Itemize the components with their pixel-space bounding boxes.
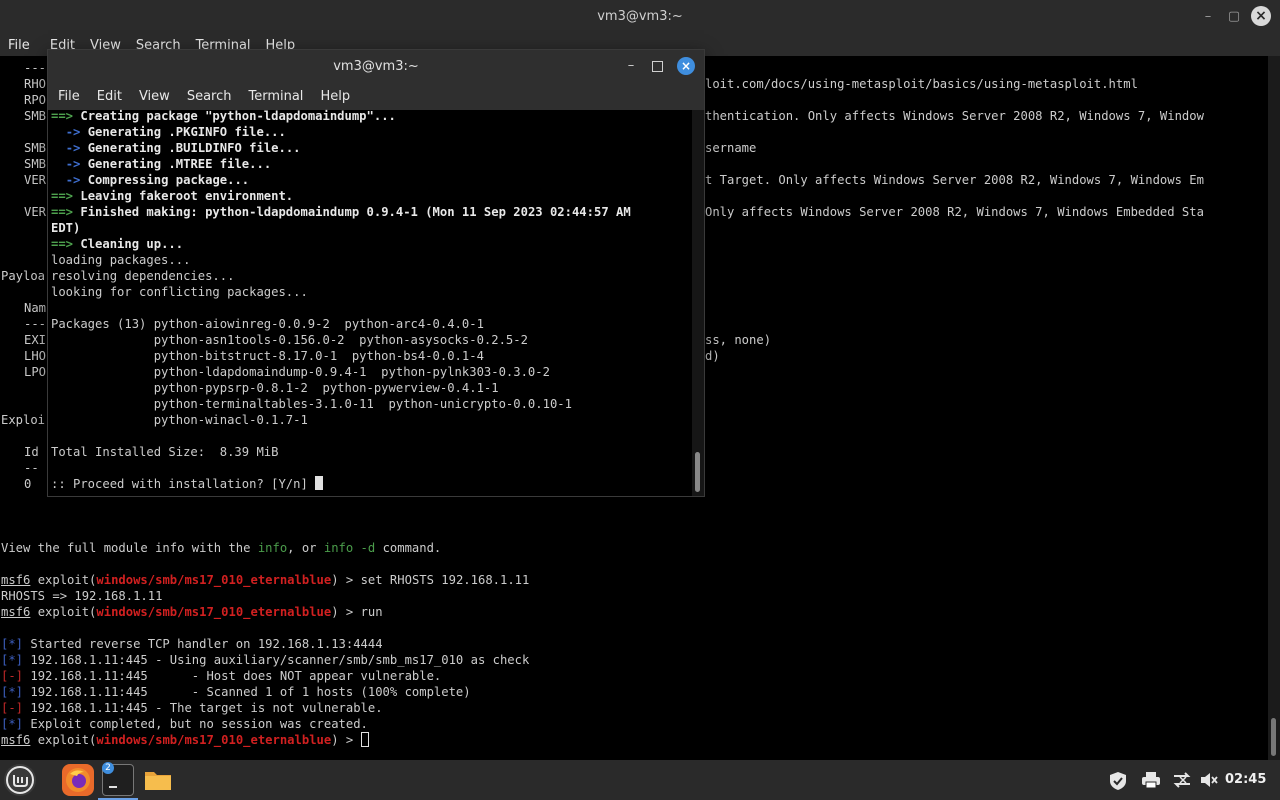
partial-left: EXI	[24, 333, 47, 347]
partial-right: d)	[705, 349, 720, 363]
network-icon[interactable]	[1172, 771, 1192, 793]
minimize-icon[interactable]: –	[1200, 9, 1216, 25]
front-window-titlebar[interactable]: vm3@vm3:~ – ×	[48, 50, 704, 84]
package-list-line: python-ldapdomaindump-0.9.4-1 python-pyl…	[51, 365, 550, 379]
partial-right: Only affects Windows Server 2008 R2, Win…	[705, 205, 1204, 219]
installed-size: Total Installed Size: 8.39 MiB	[51, 445, 279, 459]
package-list-line: python-asn1tools-0.156.0-2 python-asysoc…	[51, 333, 528, 347]
firefox-icon[interactable]	[62, 764, 94, 796]
pacman-line: looking for conflicting packages...	[51, 285, 308, 299]
pacman-line: resolving dependencies...	[51, 269, 235, 283]
front-menubar: File Edit View Search Terminal Help	[48, 84, 704, 110]
volume-muted-icon[interactable]	[1199, 771, 1219, 793]
rhosts-echo: RHOSTS => 192.168.1.11	[1, 589, 163, 603]
output-line: [*] 192.168.1.11:445 - Scanned 1 of 1 ho…	[1, 685, 471, 699]
output-line: [*] 192.168.1.11:445 - Using auxiliary/s…	[1, 653, 530, 667]
taskbar: 2 02:45	[0, 760, 1280, 800]
makepkg-line: -> Generating .BUILDINFO file...	[65, 141, 301, 155]
output-line: [-] 192.168.1.11:445 - Host does NOT app…	[1, 669, 442, 683]
menu-edit[interactable]: Edit	[87, 84, 129, 104]
maximize-icon[interactable]: ▢	[1226, 9, 1242, 25]
close-icon[interactable]: ×	[677, 57, 695, 75]
partial-left: SMB	[24, 157, 47, 171]
package-list-line: Packages (13) python-aiowinreg-0.0.9-2 p…	[51, 317, 484, 331]
output-line: [*] Exploit completed, but no session wa…	[1, 717, 368, 731]
makepkg-line: ==> Creating package "python-ldapdomaind…	[51, 109, 396, 123]
makepkg-line: ==> Cleaning up...	[51, 237, 184, 251]
partial-left: ---	[24, 61, 47, 75]
back-scrollbar[interactable]	[1268, 56, 1280, 760]
partial-left: RHO	[24, 77, 47, 91]
package-list-line: python-terminaltables-3.1.0-11 python-un…	[51, 397, 572, 411]
partial-left: VER	[24, 205, 47, 219]
partial-left: SMB	[24, 109, 47, 123]
partial-right: sername	[705, 141, 757, 155]
front-scrollbar[interactable]	[692, 110, 704, 496]
scroll-thumb[interactable]	[695, 452, 700, 492]
makepkg-line: -> Generating .PKGINFO file...	[65, 125, 286, 139]
partial-left: Payloa	[1, 269, 46, 283]
makepkg-line: -> Compressing package...	[65, 173, 250, 187]
package-list-line: python-pypsrp-0.8.1-2 python-pywerview-0…	[51, 381, 499, 395]
partial-left: 0	[24, 477, 32, 491]
makepkg-line: ==> Leaving fakeroot environment.	[51, 189, 294, 203]
partial-left: ---	[24, 317, 47, 331]
output-line: [*] Started reverse TCP handler on 192.1…	[1, 637, 383, 651]
partial-right: ss, none)	[705, 333, 772, 347]
back-window-titlebar: vm3@vm3:~ – ▢ ×	[0, 0, 1280, 34]
partial-left: RPO	[24, 93, 47, 107]
msf-prompt-line: msf6 exploit(windows/smb/ms17_010_eterna…	[1, 732, 369, 748]
partial-left: SMB	[24, 141, 47, 155]
menu-file[interactable]: File	[0, 34, 37, 53]
terminal-cursor	[360, 732, 369, 747]
makepkg-line: ==> Finished making: python-ldapdomaindu…	[51, 205, 631, 219]
partial-right: loit.com/docs/using-metasploit/basics/us…	[705, 77, 1138, 91]
front-terminal-window[interactable]: vm3@vm3:~ – × File Edit View Search Terminal…	[48, 50, 704, 496]
makepkg-line: EDT)	[51, 221, 81, 235]
partial-left: Id	[24, 445, 39, 459]
partial-left: VER	[24, 173, 47, 187]
partial-left: LHO	[24, 349, 47, 363]
partial-left: LPO	[24, 365, 47, 379]
menu-help[interactable]: Help	[310, 84, 357, 104]
folder-icon[interactable]	[142, 764, 174, 796]
back-window-title: vm3@vm3:~	[597, 9, 683, 24]
makepkg-line: -> Generating .MTREE file...	[65, 157, 272, 171]
clock[interactable]: 02:45	[1225, 772, 1266, 787]
front-terminal-output[interactable]: ==> Creating package "python-ldapdomaind…	[48, 109, 692, 496]
partial-right: t Target. Only affects Windows Server 20…	[705, 173, 1204, 187]
printer-icon[interactable]	[1141, 771, 1161, 793]
close-icon[interactable]: ×	[1251, 6, 1271, 26]
module-info-hint: View the full module info with the info,…	[1, 541, 442, 555]
window-count-badge: 2	[102, 762, 114, 774]
output-line: [-] 192.168.1.11:445 - The target is not…	[1, 701, 383, 715]
partial-right: thentication. Only affects Windows Serve…	[705, 109, 1204, 123]
partial-left: Nam	[24, 301, 47, 315]
maximize-icon[interactable]	[652, 61, 663, 72]
package-list-line: python-winacl-0.1.7-1	[51, 413, 308, 427]
pacman-line: loading packages...	[51, 253, 191, 267]
msf-prompt-line: msf6 exploit(windows/smb/ms17_010_eterna…	[1, 605, 383, 619]
mint-menu-icon[interactable]	[4, 764, 36, 796]
menu-file[interactable]: File	[48, 84, 87, 104]
proceed-prompt[interactable]: :: Proceed with installation? [Y/n]	[51, 476, 324, 492]
minimize-icon[interactable]: –	[624, 58, 638, 73]
front-window-title: vm3@vm3:~	[333, 59, 419, 74]
menu-terminal[interactable]: Terminal	[238, 84, 310, 104]
menu-search[interactable]: Search	[177, 84, 239, 104]
scroll-thumb[interactable]	[1271, 718, 1276, 756]
terminal-cursor	[315, 476, 324, 490]
msf-prompt-line: msf6 exploit(windows/smb/ms17_010_eterna…	[1, 573, 530, 587]
shield-icon[interactable]	[1108, 771, 1128, 795]
partial-left: Exploi	[1, 413, 46, 427]
menu-view[interactable]: View	[129, 84, 177, 104]
partial-left: --	[24, 461, 39, 475]
package-list-line: python-bitstruct-8.17.0-1 python-bs4-0.0…	[51, 349, 484, 363]
